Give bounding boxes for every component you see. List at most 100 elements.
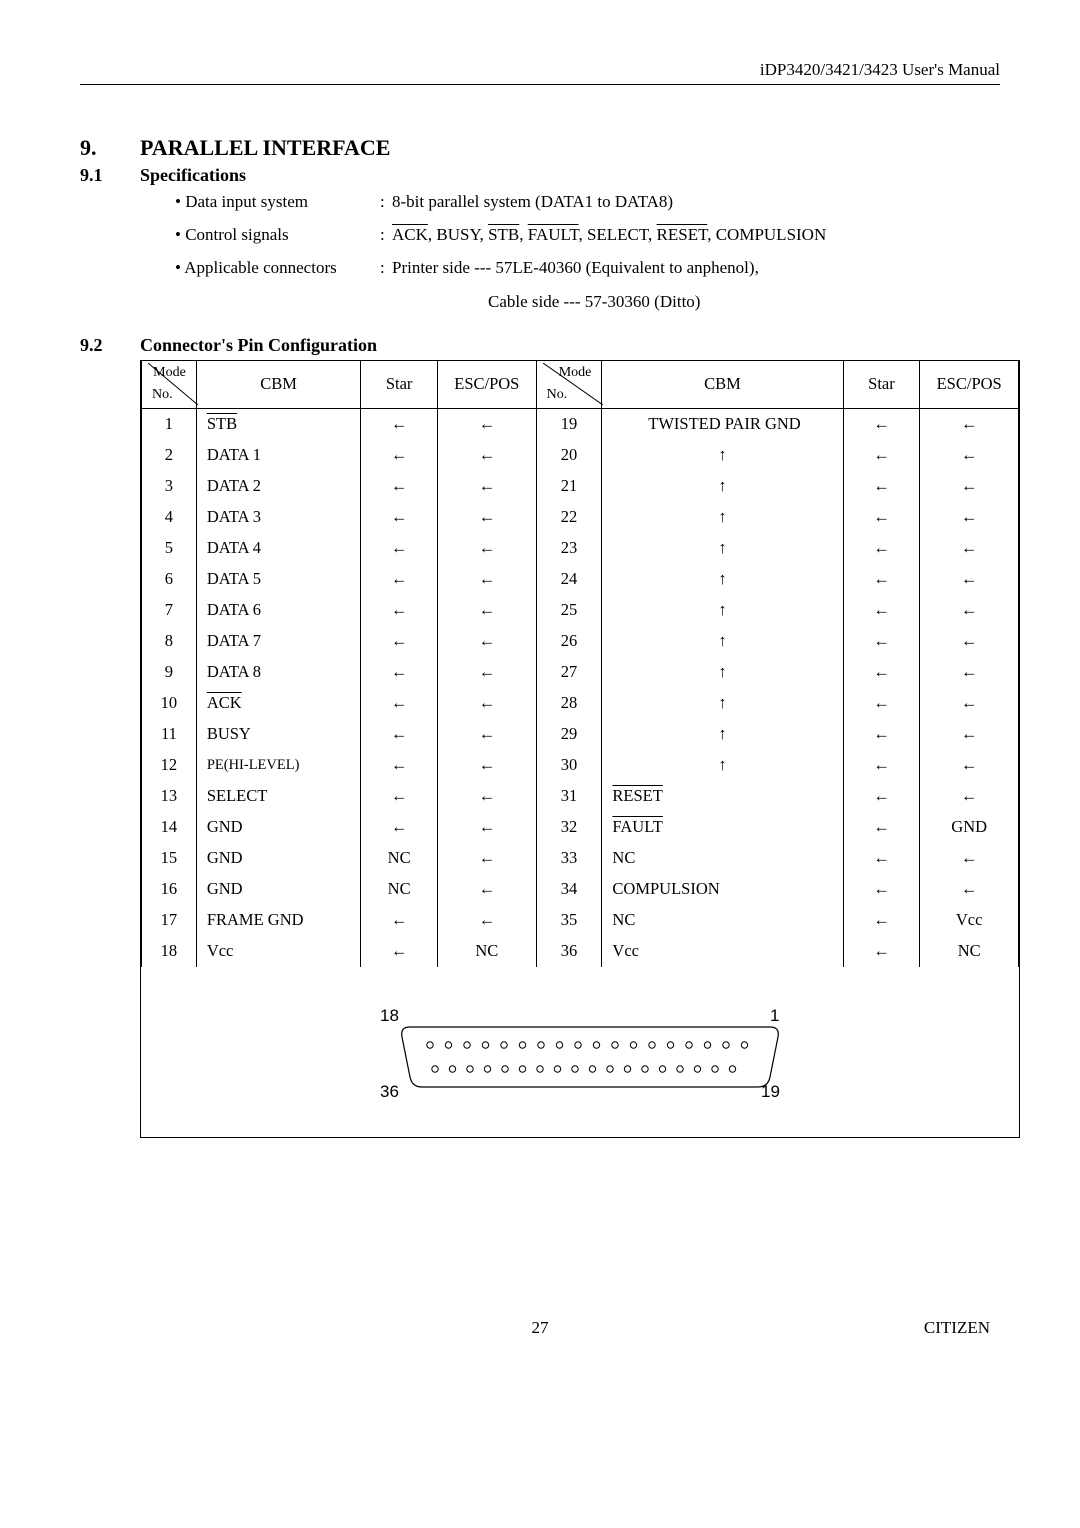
sub-title: Connector's Pin Configuration <box>140 335 377 356</box>
table-cell: ← <box>437 781 536 812</box>
pin-36-label: 36 <box>380 1082 399 1101</box>
table-cell: NC <box>602 905 843 936</box>
table-cell: DATA 2 <box>196 471 360 502</box>
table-cell: ← <box>437 533 536 564</box>
table-cell: ↑ <box>602 657 843 688</box>
table-cell: ← <box>437 812 536 843</box>
table-cell: ← <box>843 688 920 719</box>
table-cell: ← <box>361 781 438 812</box>
table-cell: 10 <box>142 688 197 719</box>
table-cell: 3 <box>142 471 197 502</box>
table-cell: 4 <box>142 502 197 533</box>
subsection-9-2: 9.2 Connector's Pin Configuration <box>80 335 1000 356</box>
table-cell: ← <box>920 874 1019 905</box>
table-cell: ← <box>361 812 438 843</box>
table-cell: ← <box>361 657 438 688</box>
mode-label: Mode <box>559 365 592 381</box>
table-cell: ← <box>361 719 438 750</box>
table-cell: ← <box>361 471 438 502</box>
table-header-row: Mode No. CBM Star ESC/POS Mode No. CBM S… <box>142 361 1019 409</box>
table-row: 18Vcc←NC36Vcc←NC <box>142 936 1019 967</box>
table-cell: ← <box>843 471 920 502</box>
text: , BUSY, <box>428 225 488 244</box>
table-cell: ← <box>843 843 920 874</box>
section-title: PARALLEL INTERFACE <box>140 135 390 161</box>
section-heading: 9. PARALLEL INTERFACE <box>80 135 1000 161</box>
table-cell: 28 <box>536 688 602 719</box>
table-cell: ↑ <box>602 440 843 471</box>
colon-icon: : <box>380 188 392 215</box>
table-cell: DATA 7 <box>196 626 360 657</box>
th-esc: ESC/POS <box>437 361 536 409</box>
table-cell: ↑ <box>602 688 843 719</box>
table-cell: 36 <box>536 936 602 967</box>
mode-label: Mode <box>153 365 186 381</box>
table-cell: GND <box>920 812 1019 843</box>
table-cell: ← <box>843 657 920 688</box>
th-no: Mode No. <box>142 361 197 409</box>
table-cell: ↑ <box>602 750 843 781</box>
table-cell: ← <box>843 781 920 812</box>
table-cell: ← <box>843 440 920 471</box>
table-row: 16GNDNC←34COMPULSION←← <box>142 874 1019 905</box>
table-cell: ← <box>920 843 1019 874</box>
table-cell: ← <box>920 688 1019 719</box>
table-cell: ← <box>843 936 920 967</box>
brand-name: CITIZEN <box>890 1318 990 1338</box>
table-row: 6DATA 5←←24↑←← <box>142 564 1019 595</box>
table-row: 4DATA 3←←22↑←← <box>142 502 1019 533</box>
table-row: 12PE(HI-LEVEL)←←30↑←← <box>142 750 1019 781</box>
table-cell: ← <box>920 657 1019 688</box>
table-cell: ← <box>920 750 1019 781</box>
table-cell: ← <box>437 564 536 595</box>
spec-list: • Data input system : 8-bit parallel sys… <box>175 188 1000 315</box>
page-footer: 27 CITIZEN <box>80 1318 1000 1338</box>
table-row: 13SELECT←←31RESET←← <box>142 781 1019 812</box>
th-star: Star <box>361 361 438 409</box>
table-cell: 27 <box>536 657 602 688</box>
table-cell: ← <box>361 905 438 936</box>
connector-diagram: 18 1 36 19 <box>141 967 1019 1137</box>
spec-value: Printer side --- 57LE-40360 (Equivalent … <box>392 254 1000 281</box>
signal-reset: RESET <box>657 225 708 244</box>
table-cell: 13 <box>142 781 197 812</box>
table-cell: 15 <box>142 843 197 874</box>
table-cell: ← <box>843 595 920 626</box>
pin-configuration-table: Mode No. CBM Star ESC/POS Mode No. CBM S… <box>141 361 1019 967</box>
table-cell: Vcc <box>602 936 843 967</box>
table-cell: 31 <box>536 781 602 812</box>
table-cell: NC <box>361 843 438 874</box>
table-row: 9DATA 8←←27↑←← <box>142 657 1019 688</box>
th-cbm: CBM <box>196 361 360 409</box>
table-cell: ← <box>920 595 1019 626</box>
table-cell: ← <box>361 626 438 657</box>
table-cell: 20 <box>536 440 602 471</box>
table-cell: ← <box>843 750 920 781</box>
table-cell: ← <box>437 843 536 874</box>
table-cell: 5 <box>142 533 197 564</box>
sub-title: Specifications <box>140 165 246 186</box>
table-cell: ← <box>437 905 536 936</box>
page-header: iDP3420/3421/3423 User's Manual <box>80 60 1000 85</box>
sub-number: 9.2 <box>80 335 140 356</box>
page-number: 27 <box>190 1318 890 1338</box>
table-cell: ↑ <box>602 564 843 595</box>
no-label: No. <box>547 387 568 403</box>
table-cell: ↑ <box>602 471 843 502</box>
spec-data-input: • Data input system : 8-bit parallel sys… <box>175 188 1000 215</box>
table-row: 7DATA 6←←25↑←← <box>142 595 1019 626</box>
table-cell: ← <box>361 408 438 440</box>
table-cell: 32 <box>536 812 602 843</box>
signal-ack: ACK <box>392 225 428 244</box>
colon-icon: : <box>380 221 392 248</box>
table-cell: ← <box>843 626 920 657</box>
table-row: 2DATA 1←←20↑←← <box>142 440 1019 471</box>
table-cell: GND <box>196 812 360 843</box>
spec-value: Cable side --- 57-30360 (Ditto) <box>488 288 700 315</box>
table-cell: ← <box>843 874 920 905</box>
table-cell: 35 <box>536 905 602 936</box>
table-cell: 33 <box>536 843 602 874</box>
table-cell: ← <box>437 657 536 688</box>
table-cell: ↑ <box>602 719 843 750</box>
table-cell: 14 <box>142 812 197 843</box>
